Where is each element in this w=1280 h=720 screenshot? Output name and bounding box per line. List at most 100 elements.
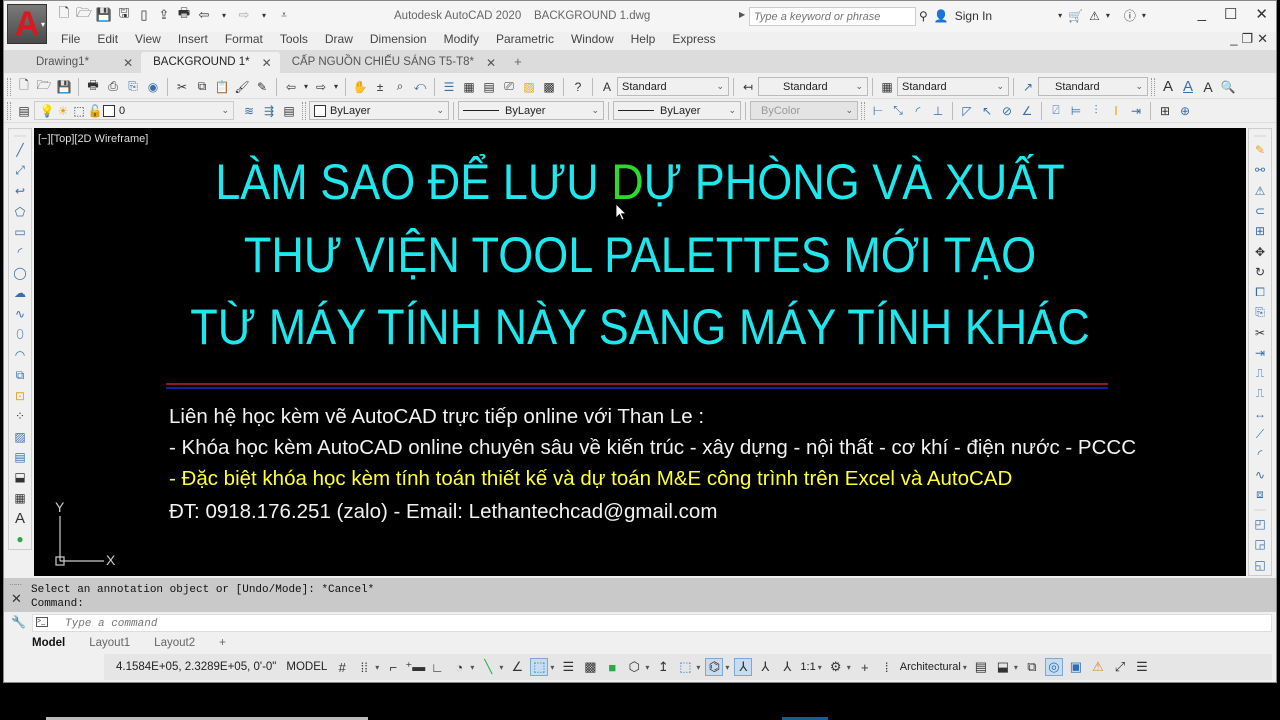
scale-icon[interactable]: ⧠ [1251, 283, 1269, 301]
arc-length-icon[interactable]: ◜ [909, 102, 927, 120]
publish-icon[interactable]: ⎘ [124, 78, 142, 96]
lineweight-icon[interactable]: ☰ [559, 658, 577, 676]
calculator-icon[interactable]: ▩ [540, 78, 558, 96]
blend-curves-icon[interactable]: ∿ [1251, 466, 1269, 484]
tab-cap-nguon[interactable]: CẤP NGUỒN CHIẾU SÁNG T5-T8* ✕ [280, 52, 504, 73]
send-to-back-icon[interactable]: ◲ [1251, 535, 1269, 553]
undo-icon[interactable]: ⇦ [282, 78, 300, 96]
tab-layout1[interactable]: Layout1 [77, 637, 142, 649]
object-snap-tracking-icon[interactable]: ∠ [508, 658, 526, 676]
move-icon[interactable]: ✥ [1251, 242, 1269, 260]
undo-dropdown-icon[interactable]: ▾ [302, 78, 310, 96]
copy-object-icon[interactable]: ⚯ [1251, 161, 1269, 179]
customize-qat-icon[interactable]: ⩡ [276, 7, 292, 23]
toolbar-grip[interactable] [7, 77, 11, 96]
linetype-select[interactable]: ByLayer ⌄ [458, 101, 604, 120]
doc-restore-icon[interactable]: ❐ [1241, 31, 1253, 47]
rotate-icon[interactable]: ↻ [1251, 263, 1269, 281]
a360-dropdown-icon[interactable]: ▾ [1106, 11, 1110, 20]
zoom-realtime-icon[interactable]: ± [371, 78, 389, 96]
angular-icon[interactable]: ∠ [1018, 102, 1036, 120]
share-icon[interactable]: ⇪ [156, 7, 172, 23]
diameter-icon[interactable]: ⊘ [998, 102, 1016, 120]
annotation-scale-icon[interactable]: ⅄ [778, 658, 796, 676]
plot-preview-icon[interactable]: ⎙ [104, 78, 122, 96]
menu-edit[interactable]: Edit [90, 32, 128, 48]
radius-icon[interactable]: ◸ [958, 102, 976, 120]
join-icon[interactable]: ↔ [1251, 405, 1269, 423]
pan-icon[interactable]: ✋ [351, 78, 369, 96]
menu-file[interactable]: File [54, 32, 90, 48]
revision-cloud-icon[interactable]: ☁ [11, 284, 29, 302]
menu-modify[interactable]: Modify [437, 32, 489, 48]
continue-icon[interactable]: ⫶ [1087, 102, 1105, 120]
close-tab-icon[interactable]: ✕ [486, 56, 496, 70]
aligned-dimension-icon[interactable]: ⤡ [889, 102, 907, 120]
cut-icon[interactable]: ✂ [173, 78, 191, 96]
ortho-icon[interactable]: ∟ [428, 658, 446, 676]
add-selected-icon[interactable]: ● [11, 530, 29, 548]
make-block-icon[interactable]: ⊡ [11, 386, 29, 404]
units-dropdown-icon[interactable]: ▾ [963, 663, 967, 672]
gizmo-dropdown-icon[interactable]: ▾ [725, 663, 729, 672]
close-tab-icon[interactable]: ✕ [262, 56, 272, 70]
qnew-icon[interactable]: 🗋 [15, 78, 33, 96]
stretch-icon[interactable]: ⎘ [1251, 303, 1269, 321]
match-properties-icon[interactable]: 🖌 [233, 78, 251, 96]
sign-in-button[interactable]: Sign In [955, 9, 992, 23]
units-value[interactable]: Architectural [900, 661, 961, 673]
redo-icon[interactable]: ⇨ [236, 7, 252, 23]
markup-set-icon[interactable]: ▨ [520, 78, 538, 96]
maximize-icon[interactable]: ☐ [1224, 5, 1237, 23]
menu-window[interactable]: Window [564, 32, 624, 48]
menu-help[interactable]: Help [624, 32, 666, 48]
text-style-icon[interactable]: A [598, 78, 616, 96]
color-select[interactable]: ByLayer ⌄ [309, 101, 449, 120]
snap-icon[interactable]: ⁞⁞ [355, 658, 373, 676]
clean-screen-toggle-icon[interactable]: ⚠ [1089, 658, 1107, 676]
workspace-gear-icon[interactable]: ⚙ [827, 658, 845, 676]
offset-icon[interactable]: ⊂ [1251, 202, 1269, 220]
zoom-window-icon[interactable]: ⌕ [391, 78, 409, 96]
quick-properties-icon[interactable]: ▤ [972, 658, 990, 676]
tool-palettes-icon[interactable]: ▤ [480, 78, 498, 96]
menu-format[interactable]: Format [218, 32, 273, 48]
infer-constraints-icon[interactable]: ⌐ [384, 658, 402, 676]
polar-tracking-icon[interactable]: ◔ [450, 658, 468, 676]
layer-on-icon[interactable]: 💡 [40, 102, 55, 120]
doc-close-icon[interactable]: ✕ [1257, 31, 1268, 47]
command-input[interactable] [32, 614, 1272, 632]
design-center-online-icon[interactable]: ◉ [144, 78, 162, 96]
units-icon[interactable]: ⁞ [878, 658, 896, 676]
layer-previous-icon[interactable]: ⇶ [260, 102, 278, 120]
erase-icon[interactable]: ✎ [1251, 141, 1269, 159]
point-icon[interactable]: ⁘ [11, 407, 29, 425]
tolerance-icon[interactable]: ⊞ [1156, 102, 1174, 120]
linear-dimension-icon[interactable]: ⊢ [869, 102, 887, 120]
layer-viewport-icon[interactable]: ⬚ [72, 102, 86, 120]
lineweight-select[interactable]: ByLayer ⌄ [613, 101, 741, 120]
close-icon[interactable]: ✕ [1255, 5, 1268, 23]
new-tab-button[interactable]: + [504, 50, 532, 73]
undo-icon[interactable]: ⇦ [196, 7, 212, 23]
layer-freeze-icon[interactable]: ☀ [56, 102, 70, 120]
menu-express[interactable]: Express [665, 32, 725, 48]
properties-icon[interactable]: ☰ [440, 78, 458, 96]
table-style-select[interactable]: Standard ⌄ [897, 77, 1009, 96]
dimension-space-icon[interactable]: Ⅰ [1107, 102, 1125, 120]
layer-select[interactable]: 💡 ☀ ⬚ 🔓 0 ⌄ [34, 101, 234, 120]
model-space-button[interactable]: MODEL [282, 661, 331, 673]
lock-ui-dropdown-icon[interactable]: ▾ [1014, 663, 1018, 672]
copy-icon[interactable]: ⧉ [193, 78, 211, 96]
annotation-monitor-icon[interactable]: + [856, 658, 874, 676]
customization-menu-icon[interactable]: ☰ [1133, 658, 1151, 676]
dim-style-icon[interactable]: ↤ [739, 78, 757, 96]
mleader-style-icon[interactable]: ↗ [1019, 78, 1037, 96]
bring-to-front-icon[interactable]: ◰ [1251, 515, 1269, 533]
open-web-icon[interactable]: ▯ [136, 7, 152, 23]
design-center-icon[interactable]: ▦ [460, 78, 478, 96]
polygon-icon[interactable]: ⬠ [11, 202, 29, 220]
help-icon[interactable]: ? [569, 78, 587, 96]
zoom-previous-icon[interactable]: ⤺ [411, 78, 429, 96]
3d-object-snap-icon[interactable]: ⬡ [625, 658, 643, 676]
